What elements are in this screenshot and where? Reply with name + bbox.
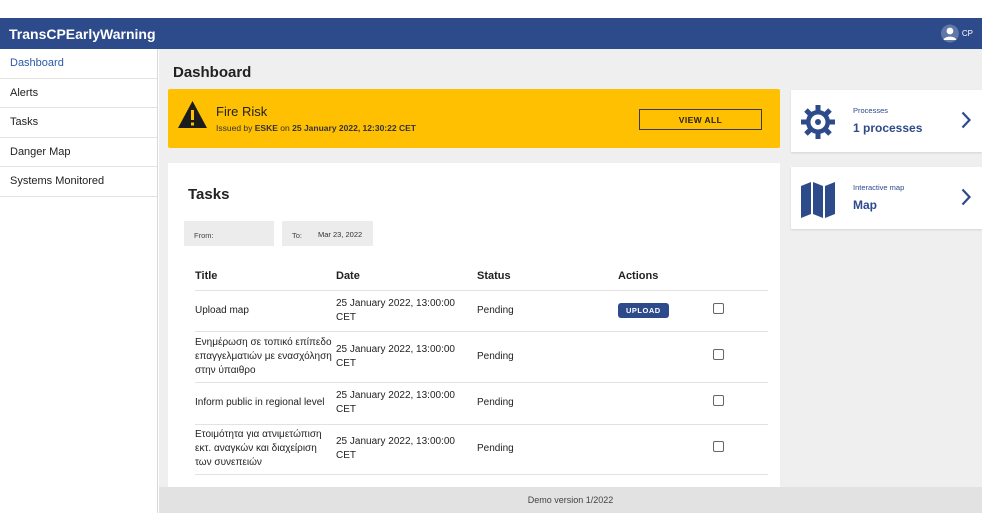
- from-label: From:: [194, 231, 214, 240]
- alert-issued-prefix: Issued by: [216, 123, 253, 133]
- sidebar-item-tasks[interactable]: Tasks: [0, 108, 157, 138]
- task-status: Pending: [477, 290, 618, 332]
- map-icon: [801, 182, 835, 218]
- column-header-title: Title: [195, 265, 336, 291]
- alert-datetime: 25 January 2022, 12:30:22 CET: [292, 123, 416, 133]
- alert-banner: Fire Risk Issued by ESKE on 25 January 2…: [168, 89, 780, 148]
- page-title: Dashboard: [173, 64, 252, 81]
- column-header-actions: Actions: [618, 265, 713, 291]
- task-title: Upload map: [195, 290, 336, 332]
- table-header-row: Title Date Status Actions: [195, 265, 768, 291]
- task-date: 25 January 2022, 13:00:00 CET: [336, 382, 477, 425]
- chevron-right-icon: [961, 111, 971, 129]
- task-status: Pending: [477, 331, 618, 383]
- alert-issued-on: on: [280, 123, 290, 133]
- alert-title: Fire Risk: [216, 104, 268, 119]
- chevron-right-icon: [961, 188, 971, 206]
- map-label: Map: [853, 198, 877, 212]
- alert-issuer: ESKE: [254, 123, 278, 133]
- view-all-button[interactable]: VIEW ALL: [639, 109, 762, 130]
- upload-button[interactable]: UPLOAD: [618, 303, 669, 318]
- tasks-title: Tasks: [188, 186, 230, 203]
- from-date-field[interactable]: From:: [184, 221, 274, 246]
- warning-icon: [178, 101, 207, 128]
- task-date: 25 January 2022, 13:00:00 CET: [336, 424, 477, 475]
- task-checkbox[interactable]: [713, 441, 724, 452]
- task-title: Ετοιμότητα για ατνιμετώπιση εκτ. αναγκών…: [195, 424, 336, 475]
- task-checkbox[interactable]: [713, 348, 724, 360]
- processes-caption: Processes: [853, 106, 889, 115]
- app-title[interactable]: TransCPEarlyWarning: [9, 26, 156, 42]
- column-header-date: Date: [336, 265, 477, 291]
- user-menu[interactable]: CP: [940, 24, 973, 43]
- to-label: To:: [292, 231, 303, 240]
- to-date-field[interactable]: To: Mar 23, 2022: [282, 221, 373, 246]
- interactive-map-card[interactable]: Interactive map Map: [791, 167, 982, 229]
- table-row: Ενημέρωση σε τοπικό επίπεδο επαγγελματιώ…: [195, 331, 768, 383]
- to-value: Mar 23, 2022: [318, 230, 363, 239]
- column-header-select: [713, 265, 768, 291]
- column-header-status: Status: [477, 265, 618, 291]
- task-checkbox[interactable]: [713, 302, 724, 314]
- task-status: Pending: [477, 382, 618, 425]
- task-checkbox[interactable]: [713, 395, 724, 406]
- table-row: Inform public in regional level 25 Janua…: [195, 382, 768, 425]
- sidebar-item-alerts[interactable]: Alerts: [0, 79, 157, 108]
- processes-card[interactable]: Processes 1 processes: [791, 90, 982, 152]
- processes-count: 1 processes: [853, 121, 923, 135]
- table-row: Ετοιμότητα για ατνιμετώπιση εκτ. αναγκών…: [195, 424, 768, 475]
- task-date: 25 January 2022, 13:00:00 CET: [336, 331, 477, 383]
- alert-issued-line: Issued by ESKE on 25 January 2022, 12:30…: [216, 123, 416, 133]
- sidebar-item-danger-map[interactable]: Danger Map: [0, 138, 157, 167]
- user-initials: CP: [961, 29, 973, 38]
- sidebar: Dashboard Alerts Tasks Danger Map System…: [0, 49, 158, 513]
- tasks-card: Tasks From: To: Mar 23, 2022 Title Date …: [168, 163, 780, 487]
- task-date: 25 January 2022, 13:00:00 CET: [336, 290, 477, 332]
- app-bar: TransCPEarlyWarning CP: [0, 18, 982, 49]
- main-content: Dashboard Fire Risk Issued by ESKE on 25…: [159, 49, 982, 513]
- task-status: Pending: [477, 424, 618, 475]
- task-title: Ενημέρωση σε τοπικό επίπεδο επαγγελματιώ…: [195, 331, 336, 383]
- tasks-table: Title Date Status Actions Upload map 25 …: [195, 265, 768, 475]
- map-caption: Interactive map: [853, 183, 905, 192]
- sidebar-item-dashboard[interactable]: Dashboard: [0, 49, 157, 79]
- gear-icon: [801, 105, 835, 139]
- footer: Demo version 1/2022: [159, 487, 982, 513]
- task-title: Inform public in regional level: [195, 382, 336, 425]
- user-avatar-icon: [940, 24, 959, 43]
- table-row: Upload map 25 January 2022, 13:00:00 CET…: [195, 290, 768, 332]
- sidebar-item-systems-monitored[interactable]: Systems Monitored: [0, 167, 157, 197]
